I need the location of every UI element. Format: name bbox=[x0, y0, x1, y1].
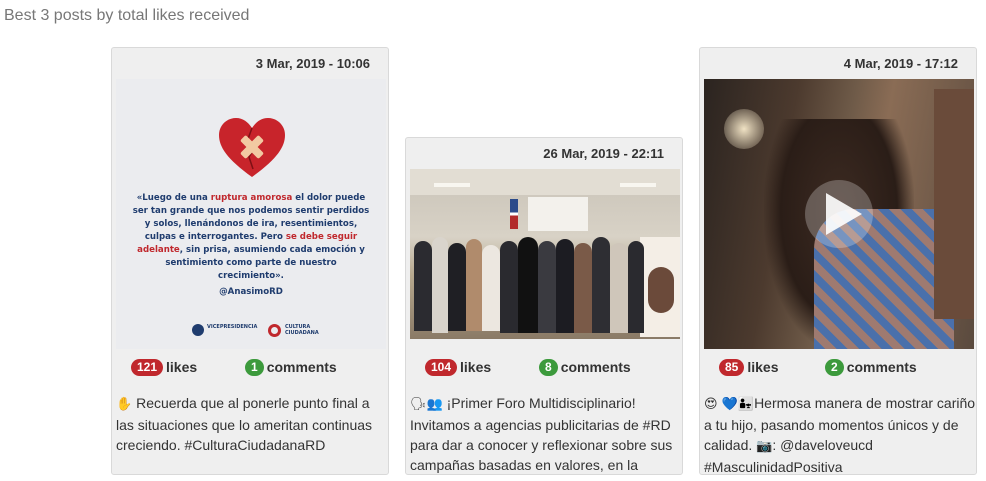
post-card[interactable]: 26 Mar, 2019 - 22:11 104 likes 8 comment… bbox=[405, 137, 683, 475]
comments-badge: 8 bbox=[539, 358, 558, 376]
likes-stat: 85 likes bbox=[719, 358, 779, 376]
cultura-ciudadana-logo: CULTURA CIUDADANA bbox=[268, 324, 319, 337]
post-stats: 121 likes 1 comments bbox=[112, 358, 388, 378]
hand-icon: ✋ bbox=[116, 397, 133, 412]
quote-handle: @AnasimoRD bbox=[219, 287, 283, 297]
comments-badge: 2 bbox=[825, 358, 844, 376]
post-image[interactable]: «Luego de una ruptura amorosa el dolor p… bbox=[116, 79, 386, 349]
comments-badge: 1 bbox=[245, 358, 264, 376]
post-caption: ✋ Recuerda que al ponerle punto final a … bbox=[116, 395, 373, 453]
post-card[interactable]: 3 Mar, 2019 - 10:06 «Luego de una ruptur… bbox=[111, 47, 389, 475]
post-stats: 85 likes 2 comments bbox=[700, 358, 976, 378]
section-title: Best 3 posts by total likes received bbox=[4, 7, 250, 24]
quote-text: «Luego de una ruptura amorosa el dolor p… bbox=[132, 193, 370, 297]
bandaged-heart-icon bbox=[219, 118, 285, 177]
comments-stat: 1 comments bbox=[245, 358, 337, 376]
post-video[interactable] bbox=[704, 79, 974, 349]
comments-stat: 2 comments bbox=[825, 358, 917, 376]
post-image[interactable] bbox=[410, 169, 680, 339]
likes-stat: 104 likes bbox=[425, 358, 491, 376]
play-icon[interactable] bbox=[804, 179, 874, 249]
likes-badge: 121 bbox=[131, 358, 164, 376]
post-caption: 😍 💙👨‍👧Hermosa manera de mostrar cariño a… bbox=[704, 395, 976, 475]
post-stats: 104 likes 8 comments bbox=[406, 358, 682, 378]
heart-eyes-icon: 😍 💙👨‍👧 bbox=[704, 397, 755, 412]
likes-stat: 121 likes bbox=[131, 358, 197, 376]
post-caption: 🗣👥 ¡Primer Foro Multidisciplinario! Invi… bbox=[410, 395, 673, 473]
comments-stat: 8 comments bbox=[539, 358, 631, 376]
post-date: 4 Mar, 2019 - 17:12 bbox=[843, 56, 958, 71]
speaking-people-icon: 🗣👥 bbox=[410, 397, 443, 412]
likes-badge: 104 bbox=[425, 358, 458, 376]
post-card[interactable]: 4 Mar, 2019 - 17:12 85 likes 2 comments 😍 … bbox=[699, 47, 977, 475]
post-date: 26 Mar, 2019 - 22:11 bbox=[543, 146, 664, 161]
quote-logos: VICEPRESIDENCIA CULTURA CIUDADANA bbox=[192, 324, 319, 338]
vicepresidencia-logo: VICEPRESIDENCIA bbox=[192, 324, 257, 336]
likes-badge: 85 bbox=[719, 358, 745, 376]
post-date: 3 Mar, 2019 - 10:06 bbox=[255, 56, 370, 71]
camera-icon: 📷 bbox=[756, 439, 773, 454]
